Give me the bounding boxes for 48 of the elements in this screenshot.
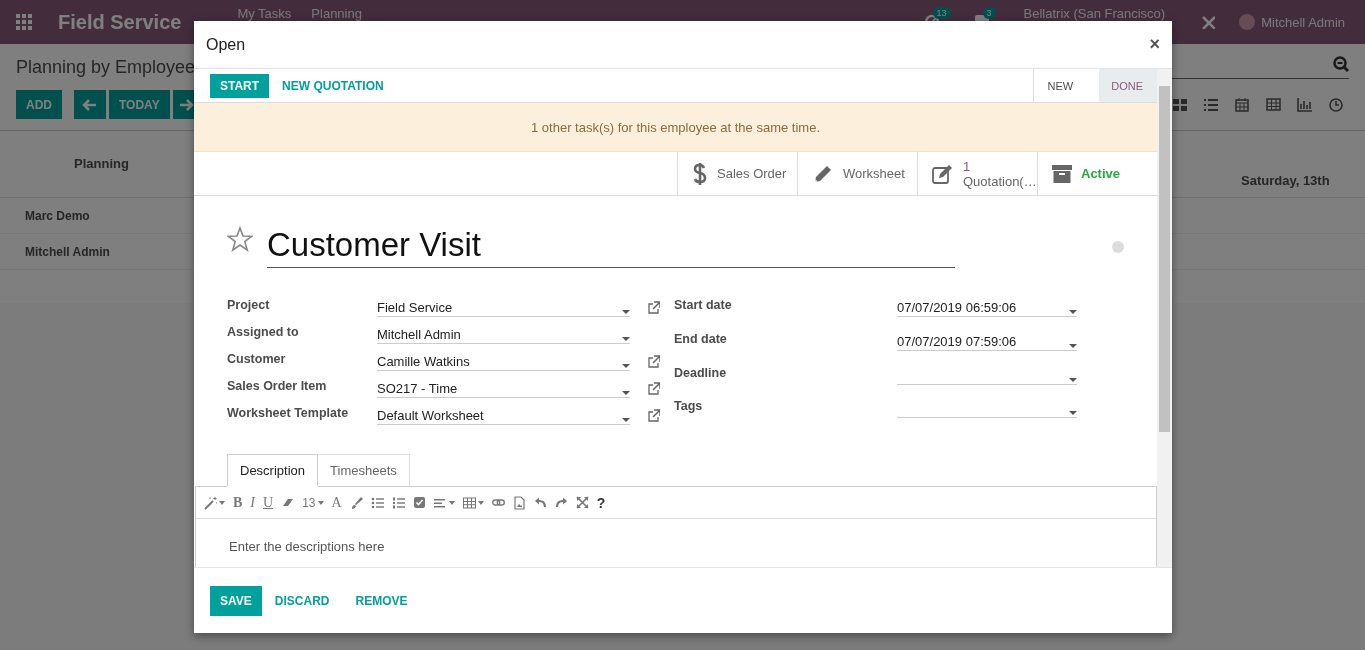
italic-button[interactable]: I	[250, 494, 255, 511]
dropdown-field[interactable]: 07/07/2019 07:59:06	[897, 328, 1077, 351]
task-title-field[interactable]: Customer Visit	[267, 226, 955, 268]
font-size-button[interactable]: 13	[302, 495, 324, 510]
breadcrumb: Planning by Employee	[16, 57, 196, 78]
close-button[interactable]: ×	[1149, 34, 1160, 55]
menu-item[interactable]: My Tasks	[237, 6, 292, 21]
dropdown-field[interactable]: SO217 - Time	[377, 376, 630, 398]
bold-button[interactable]: B	[233, 494, 243, 511]
stage-button[interactable]: DONE	[1099, 69, 1157, 102]
row-header: Marc Demo	[25, 208, 90, 223]
font-color-button[interactable]: A	[331, 494, 342, 511]
field-label: End date	[674, 330, 728, 348]
field-label: Deadline	[674, 364, 728, 382]
footer-button[interactable]: DISCARD	[261, 589, 343, 613]
dropdown-field[interactable]: Mitchell Admin	[377, 322, 630, 344]
activity-count: 13	[932, 7, 951, 19]
smart-button[interactable]: 1 Quotation(…	[917, 152, 1037, 195]
column-header: Planning	[74, 156, 129, 171]
editor-placeholder[interactable]: Enter the descriptions here	[229, 539, 385, 554]
field-label: Worksheet Template	[227, 405, 350, 422]
help-button[interactable]: ?	[596, 494, 606, 511]
column-header: Saturday, 13th	[1241, 173, 1330, 188]
save-button[interactable]: SAVE	[210, 586, 262, 616]
field-label: Tags	[674, 398, 704, 416]
user-menu[interactable]: Mitchell Admin	[1261, 14, 1345, 30]
underline-button[interactable]: U	[263, 494, 274, 511]
quotation-button[interactable]: NEW QUOTATION	[269, 73, 397, 98]
tab[interactable]: Timesheets	[318, 454, 410, 486]
field-label: Sales Order Item	[227, 378, 328, 395]
row-header: Mitchell Admin	[25, 244, 110, 259]
field-label: Start date	[674, 297, 733, 314]
dropdown-field[interactable]: Camille Watkins	[377, 349, 630, 371]
message-count: 3	[982, 7, 996, 19]
menu-item[interactable]: Planning	[311, 6, 362, 21]
tab[interactable]: Description	[227, 454, 319, 486]
field-label: Project	[227, 297, 271, 314]
field-label: Customer	[227, 351, 287, 368]
field-label: Assigned to	[227, 324, 300, 341]
dropdown-field[interactable]: Default Worksheet	[377, 403, 630, 425]
app-title: Field Service	[58, 10, 182, 34]
dropdown-field[interactable]: Field Service	[377, 295, 630, 317]
warning-message: 1 other task(s) for this employee at the same time.	[531, 119, 820, 135]
footer-button[interactable]: REMOVE	[342, 589, 421, 613]
company-switcher[interactable]: Bellatrix (San Francisco)	[1023, 6, 1166, 21]
dialog-title: Open	[206, 35, 247, 54]
dropdown-field[interactable]: 07/07/2019 06:59:06	[897, 295, 1077, 317]
start-button[interactable]: START	[210, 73, 270, 98]
